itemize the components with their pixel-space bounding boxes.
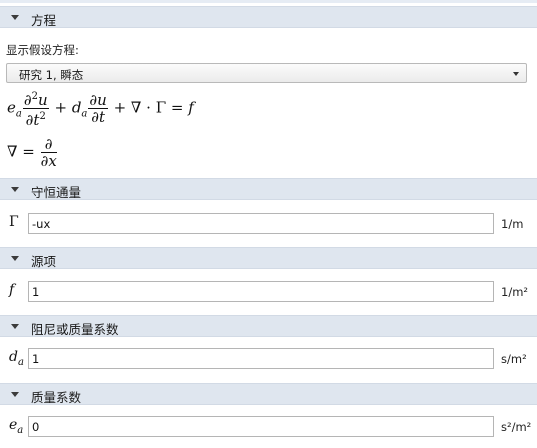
mass-symbol: ea — [9, 417, 24, 436]
show-equation-label: 显示假设方程: — [6, 43, 79, 57]
nabla-definition: ∇ = ∂ ∂x — [7, 135, 57, 170]
pde-equation: ea ∂2u ∂t2 + da ∂u ∂t + ∇ · Γ = f — [7, 91, 194, 129]
section-header-damping[interactable]: 阻尼或质量系数 — [0, 315, 537, 337]
mass-field[interactable] — [28, 416, 494, 437]
flux-input[interactable] — [29, 214, 493, 233]
damping-symbol: da — [9, 349, 24, 368]
study-select-value: 研究 1, 瞬态 — [19, 68, 84, 82]
source-unit: 1/m² — [501, 285, 529, 299]
source-field[interactable] — [28, 281, 494, 302]
section-header-source[interactable]: 源项 — [0, 247, 537, 269]
source-input[interactable] — [29, 282, 493, 301]
study-select[interactable]: 研究 1, 瞬态 — [6, 63, 527, 83]
mass-unit: s²/m² — [501, 420, 532, 434]
section-title: 方程 — [31, 13, 57, 28]
section-header-equation[interactable]: 方程 — [0, 6, 537, 28]
flux-unit: 1/m — [501, 217, 524, 231]
damping-input[interactable] — [29, 349, 493, 368]
source-symbol: f — [9, 282, 15, 298]
collapse-triangle-icon — [11, 324, 19, 329]
collapse-triangle-icon — [11, 392, 19, 397]
damping-unit: s/m² — [501, 352, 527, 366]
flux-symbol: Γ — [9, 214, 19, 230]
top-divider — [0, 0, 537, 3]
section-title: 守恒通量 — [31, 185, 82, 200]
flux-field[interactable] — [28, 213, 494, 234]
chevron-down-icon — [513, 72, 519, 76]
collapse-triangle-icon — [11, 15, 19, 20]
section-header-mass[interactable]: 质量系数 — [0, 383, 537, 405]
collapse-triangle-icon — [11, 256, 19, 261]
mass-input[interactable] — [29, 417, 493, 436]
section-title: 阻尼或质量系数 — [31, 322, 119, 337]
section-title: 质量系数 — [31, 390, 82, 405]
collapse-triangle-icon — [11, 187, 19, 192]
damping-field[interactable] — [28, 348, 494, 369]
section-header-flux[interactable]: 守恒通量 — [0, 178, 537, 200]
settings-panel: 方程 显示假设方程: 研究 1, 瞬态 ea ∂2u ∂t2 + da ∂u ∂t + … — [0, 0, 537, 448]
section-title: 源项 — [31, 254, 57, 269]
